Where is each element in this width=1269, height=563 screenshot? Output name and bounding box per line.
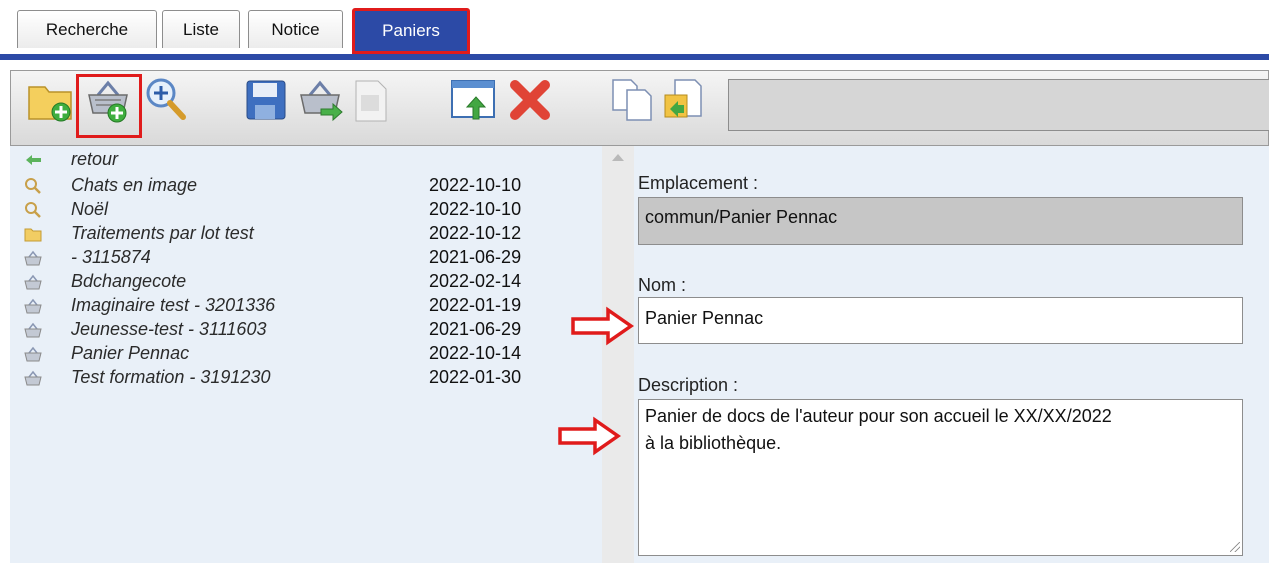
basket-icon (24, 346, 42, 362)
list-item[interactable]: Bdchangecote 2022-02-14 (10, 270, 602, 293)
copy-icon[interactable] (607, 75, 657, 125)
list-item-label: retour (71, 149, 119, 169)
save-icon[interactable] (241, 75, 291, 125)
list-item-date: 2022-10-10 (429, 199, 522, 219)
annotation-arrow-nom (571, 306, 634, 346)
scroll-up-arrow-icon[interactable] (612, 154, 624, 161)
list-item-label: Imaginaire test - 3201336 (71, 295, 276, 315)
tab-liste[interactable]: Liste (162, 10, 240, 48)
paste-icon[interactable] (659, 75, 709, 125)
basket-icon (24, 274, 42, 290)
list-item[interactable]: Test formation - 3191230 2022-01-30 (10, 366, 602, 389)
tab-underline (0, 54, 1269, 60)
list-item-date: 2022-01-19 (429, 295, 522, 315)
nom-field[interactable] (638, 297, 1243, 344)
list-item-date: 2022-10-10 (429, 175, 522, 195)
list-item-label: Test formation - 3191230 (71, 367, 271, 387)
list-item[interactable]: - 3115874 2021-06-29 (10, 246, 602, 269)
emplacement-field: commun/Panier Pennac (638, 197, 1243, 245)
search-icon (24, 178, 42, 194)
basket-list: retour Chats en image 2022-10-10 Noël 20… (10, 146, 602, 563)
list-item-label: Jeunesse-test - 3111603 (71, 319, 267, 339)
list-item-label: Bdchangecote (71, 271, 187, 291)
basket-icon (24, 322, 42, 338)
basket-icon (24, 370, 42, 386)
delete-icon[interactable] (505, 75, 555, 125)
list-item-date: 2022-02-14 (429, 271, 522, 291)
description-field[interactable]: Panier de docs de l'auteur pour son accu… (638, 399, 1243, 556)
content-area: retour Chats en image 2022-10-10 Noël 20… (0, 146, 1269, 563)
folder-icon (24, 226, 42, 242)
list-item-date: 2022-10-12 (429, 223, 522, 243)
search-icon (24, 202, 42, 218)
basket-icon (24, 250, 42, 266)
list-item[interactable]: Chats en image 2022-10-10 (10, 174, 602, 197)
list-item-label: Traitements par lot test (71, 223, 254, 243)
list-scrollbar[interactable] (602, 146, 634, 563)
basket-icon (24, 298, 42, 314)
document-icon[interactable] (345, 75, 395, 125)
new-search-icon[interactable] (141, 75, 191, 125)
list-item-date: 2022-10-14 (429, 343, 522, 363)
list-item-label: Noël (71, 199, 109, 219)
basket-properties-form: Emplacement : commun/Panier Pennac Nom :… (634, 146, 1269, 563)
export-window-icon[interactable] (448, 75, 498, 125)
list-item-date: 2021-06-29 (429, 319, 522, 339)
tab-recherche[interactable]: Recherche (17, 10, 157, 48)
tab-bar: Recherche Liste Notice Paniers (0, 0, 1269, 60)
list-item-label: Chats en image (71, 175, 198, 195)
new-folder-icon[interactable] (25, 75, 75, 125)
tab-paniers[interactable]: Paniers (352, 8, 470, 54)
list-item-date: 2021-06-29 (429, 247, 522, 267)
annotation-arrow-description (558, 416, 621, 456)
list-item[interactable]: Panier Pennac 2022-10-14 (10, 342, 602, 365)
list-item[interactable]: Jeunesse-test - 3111603 2021-06-29 (10, 318, 602, 341)
tab-notice[interactable]: Notice (248, 10, 343, 48)
description-label: Description : (638, 375, 739, 395)
highlight-box (76, 74, 142, 138)
list-item-label: Panier Pennac (71, 343, 190, 363)
list-item[interactable]: Traitements par lot test 2022-10-12 (10, 222, 602, 245)
emplacement-label: Emplacement : (638, 173, 759, 193)
back-arrow-icon (24, 152, 42, 168)
list-item[interactable]: Noël 2022-10-10 (10, 198, 602, 221)
list-item[interactable]: Imaginaire test - 3201336 2022-01-19 (10, 294, 602, 317)
resize-grip-icon[interactable] (1230, 542, 1240, 552)
list-item-retour[interactable]: retour (10, 148, 602, 171)
move-basket-icon[interactable] (295, 75, 345, 125)
toolbar (10, 70, 1269, 146)
toolbar-text-field[interactable] (728, 79, 1269, 131)
list-item-label: - 3115874 (71, 247, 151, 267)
nom-label: Nom : (638, 275, 687, 295)
list-item-date: 2022-01-30 (429, 367, 522, 387)
